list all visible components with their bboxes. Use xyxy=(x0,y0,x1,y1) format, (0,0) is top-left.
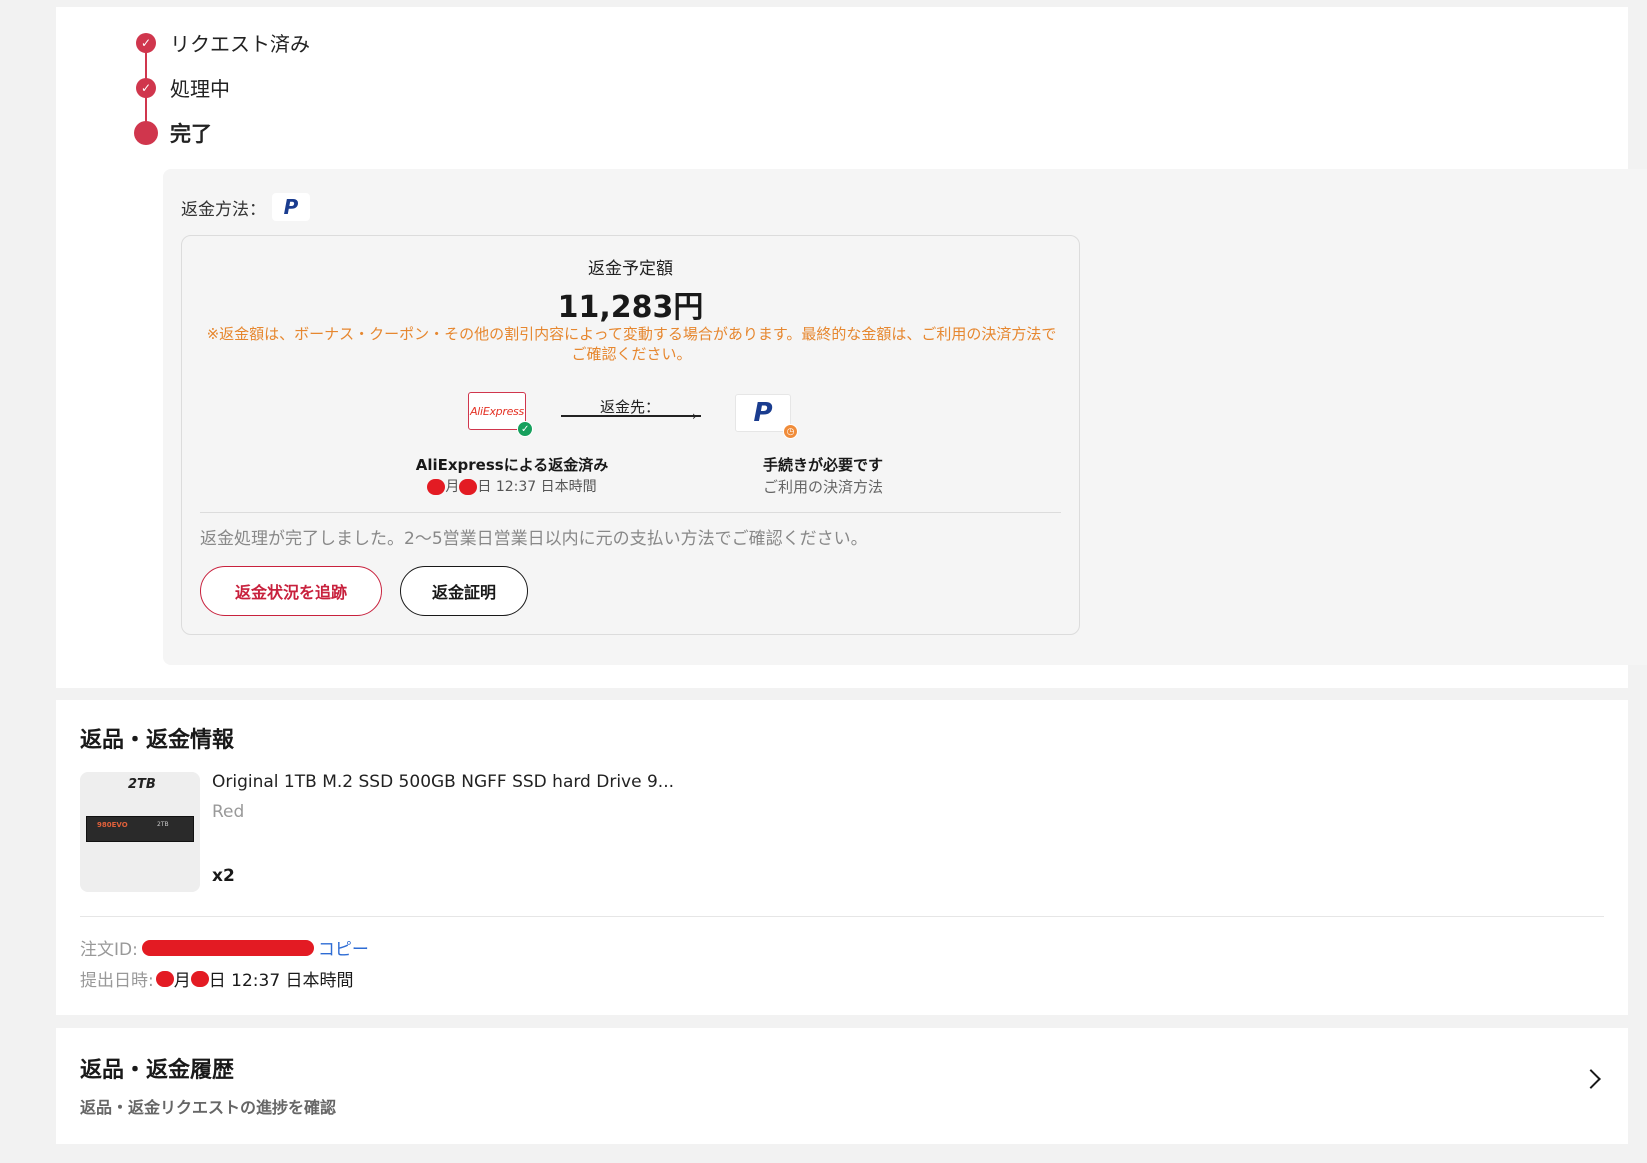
check-icon: ✓ xyxy=(136,32,156,53)
product-thumbnail[interactable]: 2TB 980EVO 2TB xyxy=(80,772,200,892)
chevron-right-icon[interactable] xyxy=(1581,1069,1601,1089)
ssd-image: 980EVO 2TB xyxy=(86,816,194,842)
order-id-row: 注文ID: コピー xyxy=(80,935,369,960)
refund-destination-label: 返金先： xyxy=(600,398,661,416)
refund-method-label: 返金方法： xyxy=(181,199,266,220)
arrow-line xyxy=(561,415,701,417)
submitted-label: 提出日時: xyxy=(80,971,154,991)
paypal-icon: P ◷ xyxy=(735,394,798,439)
thumbnail-capacity-text: 2TB xyxy=(128,777,156,792)
aliexpress-logo: AliExpress ✓ xyxy=(468,392,533,437)
refund-complete-message: 返金処理が完了しました。2〜5営業日営業日以内に元の支払い方法でご確認ください。 xyxy=(200,529,868,549)
check-icon: ✓ xyxy=(517,421,533,437)
step-label: 処理中 xyxy=(170,77,230,101)
section-title: 返品・返金情報 xyxy=(80,728,235,753)
redaction-mark xyxy=(459,479,478,495)
product-variant: Red xyxy=(212,802,245,822)
action-required-title: 手続きが必要です xyxy=(762,456,883,474)
step-completed: 完了 xyxy=(134,118,212,148)
copy-order-id-link[interactable]: コピー xyxy=(318,935,369,960)
current-step-dot xyxy=(134,121,158,145)
history-title: 返品・返金履歴 xyxy=(80,1058,235,1083)
return-info-card: 返品・返金情報 2TB 980EVO 2TB Original 1TB M.2 … xyxy=(56,700,1628,1015)
step-label: リクエスト済み xyxy=(170,32,310,56)
return-history-card[interactable]: 返品・返金履歴 返品・返金リクエストの進捗を確認 xyxy=(56,1028,1628,1144)
history-subtitle: 返品・返金リクエストの進捗を確認 xyxy=(80,1098,337,1117)
expected-amount-label: 返金予定額 xyxy=(588,259,673,279)
aliexpress-refunded-date: 月日 12:37 日本時間 xyxy=(412,476,612,496)
track-refund-button[interactable]: 返金状況を追跡 xyxy=(200,566,382,616)
aliexpress-refunded-title: AliExpressによる返金済み xyxy=(415,456,609,474)
payment-method-label: ご利用の決済方法 xyxy=(762,478,883,496)
refund-amount: 11,283円 xyxy=(557,290,704,325)
refund-panel: 返金方法： P 返金予定額 11,283円 ※返金額は、ボーナス・クーポン・その… xyxy=(163,169,1647,665)
redaction-mark xyxy=(155,970,174,987)
step-processing: ✓ 処理中 xyxy=(136,73,230,102)
redaction-mark xyxy=(141,939,314,956)
product-quantity: x2 xyxy=(212,866,235,886)
divider xyxy=(200,512,1061,513)
submitted-date-row: 提出日時: 月日 12:37 日本時間 xyxy=(80,966,354,991)
arrow-right-icon: › xyxy=(692,409,697,423)
refund-detail-box: 返金予定額 11,283円 ※返金額は、ボーナス・クーポン・その他の割引内容によ… xyxy=(181,235,1080,635)
step-requested: ✓ リクエスト済み xyxy=(136,28,310,57)
check-icon: ✓ xyxy=(136,77,156,98)
step-label: 完了 xyxy=(170,122,212,146)
paypal-icon: P xyxy=(272,193,310,221)
divider xyxy=(80,916,1604,917)
redaction-mark xyxy=(190,970,209,987)
aliexpress-logo-text: AliExpress xyxy=(470,404,524,418)
refund-status-card: ✓ リクエスト済み ✓ 処理中 完了 返金方法： P 返金予定額 11,283円… xyxy=(56,7,1647,688)
refund-notice: ※返金額は、ボーナス・クーポン・その他の割引内容によって変動する場合があります。… xyxy=(206,325,1057,363)
refund-method: 返金方法： P xyxy=(181,193,310,221)
order-id-label: 注文ID: xyxy=(80,940,138,960)
clock-icon: ◷ xyxy=(783,424,798,439)
redaction-mark xyxy=(427,479,446,495)
refund-proof-button[interactable]: 返金証明 xyxy=(400,566,528,616)
product-name[interactable]: Original 1TB M.2 SSD 500GB NGFF SSD hard… xyxy=(212,772,674,792)
submitted-date: 月日 12:37 日本時間 xyxy=(155,966,354,991)
